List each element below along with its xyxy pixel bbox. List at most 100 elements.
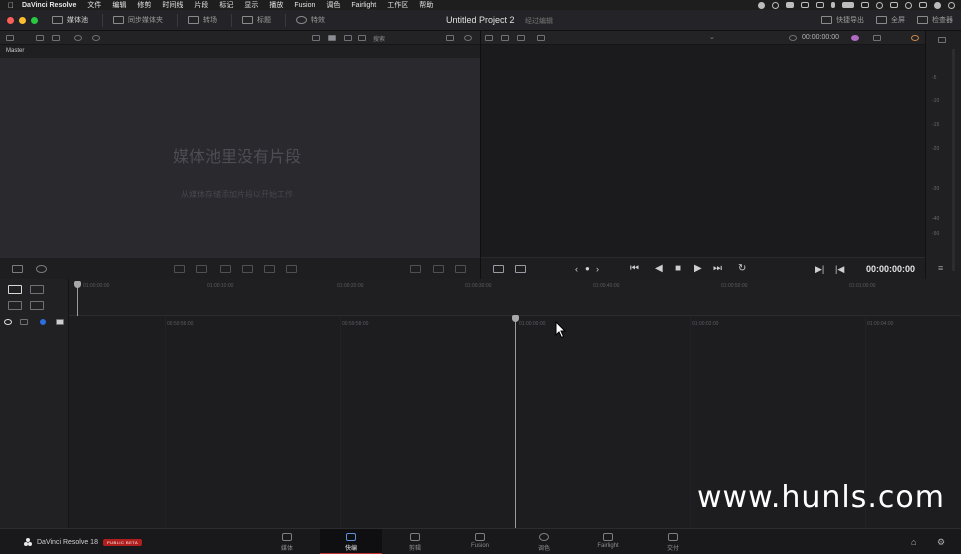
picture-icon[interactable] — [433, 265, 444, 273]
quick-export-button[interactable]: 快捷导出 — [821, 15, 864, 25]
reverse-play-button[interactable]: ◀ — [655, 264, 663, 274]
menu-color[interactable]: 调色 — [326, 0, 340, 10]
menu-clip[interactable]: 片段 — [194, 0, 208, 10]
menu-timeline[interactable]: 时间线 — [162, 0, 183, 10]
video-viewer[interactable] — [481, 45, 925, 257]
siri-icon[interactable] — [934, 1, 941, 9]
minimize-window-button[interactable] — [19, 16, 26, 24]
jog-indicator-icon[interactable]: ● — [585, 264, 590, 274]
clip-settings-icon[interactable] — [12, 265, 23, 273]
status-circle-icon[interactable] — [772, 1, 779, 9]
color-scope-icon[interactable] — [851, 35, 859, 41]
snap-tool-icon[interactable] — [8, 285, 22, 294]
audio-tools-icon[interactable] — [515, 265, 526, 273]
append-icon[interactable] — [220, 265, 231, 273]
page-tab-color[interactable]: 调色 — [513, 529, 575, 554]
page-tab-cut[interactable]: 快编 — [320, 529, 382, 554]
gear-icon[interactable]: ⚙ — [937, 537, 945, 548]
grid-app-icon[interactable] — [801, 2, 809, 8]
menu-app-name[interactable]: DaVinci Resolve — [22, 2, 76, 9]
magnet-icon[interactable] — [4, 319, 12, 325]
ripple-overwrite-icon[interactable] — [242, 265, 253, 273]
page-tab-media[interactable]: 媒体 — [256, 529, 318, 554]
import-media-icon[interactable] — [36, 35, 44, 41]
master-bin-label[interactable]: Master — [6, 48, 24, 54]
menu-edit[interactable]: 编辑 — [112, 0, 126, 10]
menu-help[interactable]: 帮助 — [419, 0, 433, 10]
calendar-icon[interactable] — [816, 2, 824, 8]
place-on-top-icon[interactable] — [286, 265, 297, 273]
control-center-icon[interactable] — [890, 2, 898, 8]
timeline-playhead[interactable] — [515, 318, 516, 528]
go-to-start-button[interactable]: ⏮ — [630, 264, 639, 274]
close-up-icon[interactable] — [264, 265, 275, 273]
color-wheel-icon[interactable] — [911, 35, 919, 41]
source-clip-icon[interactable] — [501, 35, 509, 41]
timeline-overview[interactable]: 01:00:00:00 01:00:10:00 01:00:20:00 01:0… — [69, 279, 961, 316]
strip-view-icon[interactable] — [344, 35, 352, 41]
page-tab-fusion[interactable]: Fusion — [449, 529, 511, 554]
linked-selection-icon[interactable] — [20, 319, 28, 325]
transitions-toggle[interactable]: 转场 — [188, 15, 217, 25]
home-icon[interactable]: ⌂ — [911, 537, 916, 547]
inspector-button[interactable]: 检查器 — [917, 15, 953, 25]
creative-cloud-icon[interactable] — [786, 2, 794, 8]
close-window-button[interactable] — [7, 16, 14, 24]
import-folder-icon[interactable] — [52, 35, 60, 41]
scissors-icon[interactable] — [36, 265, 47, 273]
loop-icon[interactable]: ↻ — [738, 264, 746, 274]
notification-icon[interactable] — [919, 2, 927, 8]
menu-view[interactable]: 显示 — [244, 0, 258, 10]
link-icon[interactable] — [74, 35, 82, 41]
page-tab-deliver[interactable]: 交付 — [642, 529, 704, 554]
search-field[interactable]: 搜索 — [373, 34, 385, 43]
ripple-tool-icon[interactable] — [30, 301, 44, 310]
sort-icon[interactable] — [446, 35, 454, 41]
menu-fusion[interactable]: Fusion — [294, 2, 315, 9]
insert-track-icon[interactable] — [8, 301, 22, 310]
input-method-icon[interactable] — [861, 2, 869, 8]
page-tab-fairlight[interactable]: Fairlight — [577, 529, 639, 554]
options-menu-icon[interactable]: ≡ — [938, 263, 943, 273]
filter-icon[interactable] — [464, 35, 472, 41]
battery-icon[interactable] — [842, 2, 854, 8]
page-tab-edit[interactable]: 剪辑 — [384, 529, 446, 554]
menu-trim[interactable]: 修剪 — [137, 0, 151, 10]
menu-mark[interactable]: 标记 — [219, 0, 233, 10]
stop-button[interactable]: ■ — [675, 264, 681, 274]
settings-dropdown-icon[interactable] — [873, 35, 881, 41]
user-icon[interactable] — [948, 1, 955, 9]
unlink-icon[interactable] — [92, 35, 100, 41]
menu-fairlight[interactable]: Fairlight — [351, 2, 376, 9]
wifi-icon[interactable] — [876, 1, 883, 9]
menu-workspace[interactable]: 工作区 — [387, 0, 408, 10]
media-pool-area[interactable]: 媒体池里没有片段 从媒体存储添加片段以开始工作 — [0, 59, 480, 257]
next-edit-button[interactable]: › — [596, 264, 599, 274]
marker-icon[interactable] — [174, 265, 185, 273]
menu-file[interactable]: 文件 — [87, 0, 101, 10]
media-pool-toggle[interactable]: 媒体池 — [52, 15, 88, 25]
menu-playback[interactable]: 播放 — [269, 0, 283, 10]
timeline-view-icon[interactable] — [537, 35, 545, 41]
panel-layout-icon[interactable] — [6, 35, 14, 41]
mark-in-button[interactable]: ▶| — [815, 264, 824, 274]
previous-edit-button[interactable]: ‹ — [575, 264, 578, 274]
fullscreen-button[interactable]: 全屏 — [876, 15, 905, 25]
apple-menu-icon[interactable]:  — [8, 1, 14, 10]
smart-insert-icon[interactable] — [196, 265, 207, 273]
metadata-view-icon[interactable] — [358, 35, 366, 41]
trim-mode-icon[interactable] — [493, 265, 504, 273]
effects-toggle[interactable]: 特效 — [296, 15, 325, 25]
position-lock-icon[interactable] — [40, 319, 46, 325]
overview-playhead-handle[interactable] — [74, 281, 81, 288]
track-height-icon[interactable] — [56, 319, 64, 325]
list-view-icon[interactable] — [312, 35, 320, 41]
source-overwrite-icon[interactable] — [410, 265, 421, 273]
play-button[interactable]: ▶ — [694, 264, 702, 274]
record-status-icon[interactable] — [758, 1, 765, 9]
blade-tool-icon[interactable] — [30, 285, 44, 294]
mark-out-button[interactable]: |◀ — [835, 264, 844, 274]
thumbnail-view-icon[interactable] — [328, 35, 336, 41]
sync-bin-toggle[interactable]: 同步媒体夹 — [113, 15, 163, 25]
source-tape-icon[interactable] — [517, 35, 525, 41]
